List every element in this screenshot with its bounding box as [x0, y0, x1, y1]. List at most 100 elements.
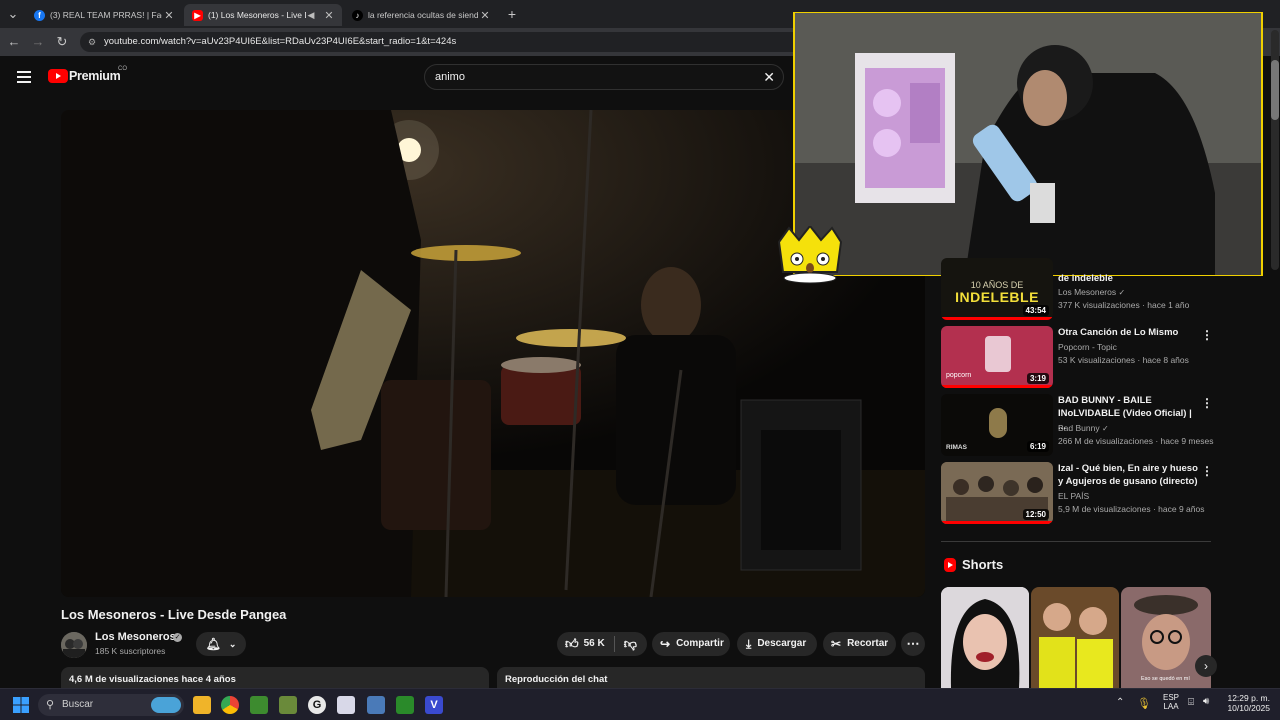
channel-name[interactable]: Los Mesoneros ✓ [1058, 287, 1125, 297]
video-meta: 266 M de visualizaciones · hace 9 meses [1058, 436, 1214, 446]
clear-search-icon[interactable]: ✕ [763, 65, 775, 89]
download-icon: ⤓ [746, 637, 752, 651]
video-thumbnail[interactable]: RIMAS 6:19 [941, 394, 1053, 456]
youtube-icon: ▶ [192, 9, 203, 21]
page-scrollbar[interactable] [1271, 30, 1279, 270]
microphone-icon[interactable]: 🎙︎ [1137, 697, 1151, 710]
recommendation-item[interactable]: popcorn 3:19 Otra Canción de Lo Mismo Po… [941, 326, 1213, 388]
reload-icon[interactable]: ↻ [54, 34, 70, 50]
notifications-button[interactable]: 🔔︎ ⌄ [196, 632, 246, 656]
chat-replay-panel[interactable]: Reproducción del chat [497, 667, 925, 688]
thumbnail-art [985, 336, 1011, 372]
more-options-icon[interactable]: ⋮ [1201, 464, 1213, 478]
clip-button[interactable]: ✂ Recortar [823, 632, 896, 656]
minecraft-icon[interactable] [250, 696, 268, 714]
tab-title: (3) REAL TEAM PRRAS! | Facebook [50, 10, 162, 20]
app-v-icon[interactable]: V [425, 696, 443, 714]
video-title[interactable]: Izal - Qué bien, En aire y hueso y Aguje… [1058, 462, 1198, 488]
volume-icon[interactable]: 🔊︎ [1203, 696, 1209, 707]
dislike-icon[interactable]: 👎︎ [624, 632, 637, 656]
video-thumbnail[interactable]: popcorn 3:19 [941, 326, 1053, 388]
more-options-icon[interactable]: ⋮ [1201, 396, 1213, 410]
channel-name[interactable]: Los Mesoneros [95, 631, 176, 643]
video-title[interactable]: Otra Canción de Lo Mismo [1058, 326, 1198, 339]
channel-avatar[interactable] [61, 632, 87, 658]
channel-name[interactable]: Bad Bunny ✓ [1058, 423, 1109, 433]
mascot-sticker-icon [777, 224, 843, 284]
shorts-heading: Shorts [962, 557, 1004, 572]
more-options-icon[interactable]: ⋮ [1201, 328, 1213, 342]
chrome-icon[interactable] [221, 696, 239, 714]
forward-icon[interactable]: → [30, 34, 46, 50]
like-count[interactable]: 56 K [584, 632, 605, 656]
description-box[interactable]: 4,6 M de visualizaciones hace 4 años [61, 667, 489, 688]
game-icon[interactable] [279, 696, 297, 714]
verified-icon: ✓ [1118, 288, 1126, 297]
tab-youtube[interactable]: ▶ (1) Los Mesoneros - Live Desde Pangea … [184, 4, 342, 26]
tab-facebook[interactable]: f (3) REAL TEAM PRRAS! | Facebook ✕ [26, 4, 182, 26]
shorts-next-button[interactable]: › [1195, 655, 1217, 677]
taskbar-search[interactable]: ⚲ Buscar [38, 694, 184, 716]
app-g-icon[interactable]: G [308, 696, 326, 714]
like-icon[interactable]: 👍︎ [565, 632, 579, 656]
clock[interactable]: 12:29 p. m. 10/10/2025 [1222, 693, 1270, 713]
divider [613, 636, 615, 652]
share-icon: ↪ [660, 637, 671, 651]
webcam-overlay-frame [777, 12, 1263, 284]
recommendation-item[interactable]: 12:50 Izal - Qué bien, En aire y hueso y… [941, 462, 1213, 524]
youtube-logo-icon[interactable] [48, 69, 68, 83]
close-tab-icon[interactable]: ✕ [322, 9, 336, 22]
share-button[interactable]: ↪ Compartir [652, 632, 730, 656]
share-label: Compartir [676, 638, 724, 649]
tab-search-icon[interactable]: ⌄ [5, 6, 21, 22]
recommendation-item[interactable]: RIMAS 6:19 BAD BUNNY - BAILE INoLVIDABLE… [941, 394, 1214, 456]
watch-progress [941, 317, 1053, 320]
search-input[interactable]: animo ✕ [424, 64, 784, 90]
download-label: Descargar [757, 638, 807, 649]
windows-start-icon[interactable] [13, 697, 29, 713]
close-tab-icon[interactable]: ✕ [162, 9, 176, 22]
more-actions-button[interactable]: ⋯ [901, 632, 925, 656]
tab-tiktok[interactable]: ♪ la referencia ocultas de siendo ✕ [344, 4, 498, 26]
like-dislike-group: 👍︎ 56 K 👎︎ [557, 632, 647, 656]
network-icon[interactable]: ⌹ [1188, 697, 1194, 708]
facebook-icon: f [34, 9, 45, 21]
chevron-up-icon[interactable]: ⌃ [1116, 697, 1124, 708]
back-icon[interactable]: ← [6, 34, 22, 50]
short-item[interactable] [1031, 587, 1119, 688]
verified-icon: ✓ [173, 633, 182, 642]
menu-icon[interactable] [17, 71, 31, 83]
channel-name[interactable]: EL PAÍS [1058, 491, 1089, 501]
video-thumbnail[interactable]: 12:50 [941, 462, 1053, 524]
webcam-feed [795, 13, 1261, 275]
video-thumbnail[interactable]: 10 AÑOS DE INDELEBLE 43:54 [941, 258, 1053, 320]
scissors-icon: ✂ [831, 637, 842, 651]
video-duration: 3:19 [1026, 373, 1049, 384]
search-placeholder: Buscar [62, 699, 94, 710]
site-info-icon[interactable]: ⚙ [88, 32, 96, 52]
media-app-icon[interactable] [396, 696, 414, 714]
chevron-down-icon: ⌄ [228, 639, 237, 649]
short-caption: Eso se quedó en mí [1141, 676, 1190, 682]
channel-name[interactable]: Popcorn - Topic [1058, 342, 1117, 352]
language-indicator[interactable]: ESP LAA [1160, 693, 1182, 711]
notepad-icon[interactable] [337, 696, 355, 714]
download-button[interactable]: ⤓ Descargar [737, 632, 817, 656]
video-title[interactable]: de indeleble [1058, 272, 1198, 285]
calculator-icon[interactable] [367, 696, 385, 714]
new-tab-icon[interactable]: + [504, 6, 520, 22]
video-duration: 43:54 [1022, 305, 1049, 316]
short-item[interactable] [941, 587, 1029, 688]
video-meta: 377 K visualizaciones · hace 1 año [1058, 300, 1190, 310]
verified-icon: ✓ [1101, 424, 1109, 433]
file-explorer-icon[interactable] [193, 696, 211, 714]
logo-text[interactable]: Premium [69, 69, 121, 83]
recommendation-item[interactable]: 10 AÑOS DE INDELEBLE 43:54 de indeleble … [941, 258, 1211, 320]
search-highlight-icon [151, 697, 181, 713]
chat-replay-label: Reproducción del chat [505, 674, 608, 685]
close-tab-icon[interactable]: ✕ [478, 9, 492, 22]
video-duration: 12:50 [1022, 509, 1049, 520]
url-text: youtube.com/watch?v=aUv23P4UI6E&list=RDa… [104, 36, 457, 47]
tiktok-icon: ♪ [352, 9, 363, 21]
speaker-icon[interactable]: ◀ [306, 10, 316, 21]
